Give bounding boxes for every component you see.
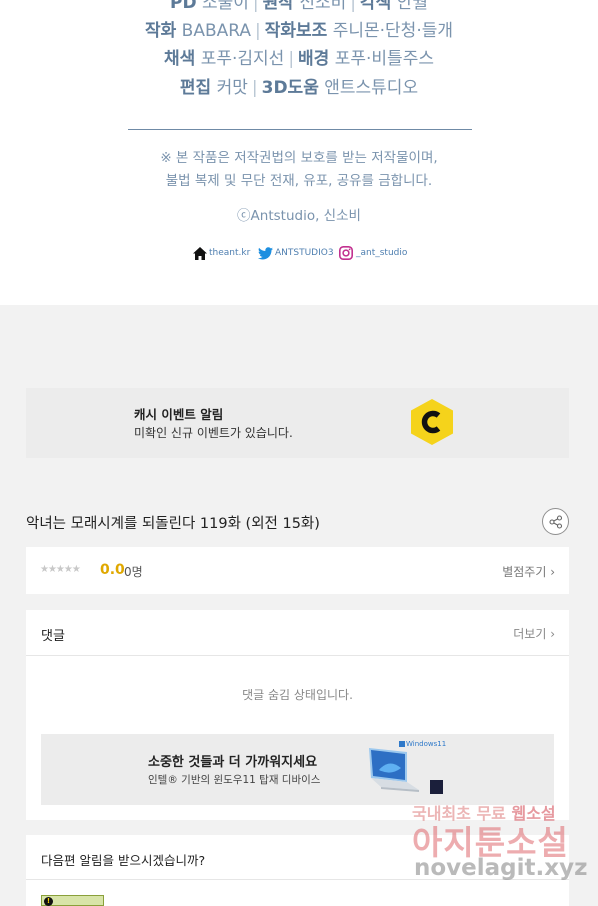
share-icon xyxy=(548,514,562,529)
rating-card: ★★★★★ 0.0 0명 별점주기 › xyxy=(26,547,569,594)
comment-more-link[interactable]: 더보기 › xyxy=(513,625,555,642)
next-episode-thumbnail[interactable]: ! xyxy=(41,895,104,906)
ad-title: 소중한 것들과 더 가까워지세요 xyxy=(148,755,318,770)
instagram-icon xyxy=(339,246,353,260)
rating-score: 0.0 xyxy=(100,562,125,578)
social-twitter-link[interactable]: ANTSTUDIO3 xyxy=(258,244,334,262)
cash-coin-icon xyxy=(411,399,453,445)
comment-card: 댓글 더보기 › 댓글 숨김 상태입니다. 소중한 것들과 더 가까워지세요 인… xyxy=(26,610,569,820)
credits-divider xyxy=(128,129,472,130)
credit-line-edit: 편집 커맛 | 3D도움 앤트스튜디오 xyxy=(179,78,419,98)
comment-hidden-message: 댓글 숨김 상태입니다. xyxy=(242,688,353,702)
social-home-link[interactable]: theant.kr xyxy=(193,244,250,262)
rating-count: 0명 xyxy=(124,565,143,579)
comment-header: 댓글 더보기 › xyxy=(26,610,569,656)
credit-line-art: 작화 BABARA | 작화보조 주니몬·단청·들개 xyxy=(144,21,454,41)
alert-icon: ! xyxy=(44,897,53,906)
episode-title: 악녀는 모래시계를 되돌린다 119화 (외전 15화) xyxy=(26,516,320,532)
comment-title: 댓글 xyxy=(41,629,65,644)
twitter-icon xyxy=(258,246,273,259)
share-button[interactable] xyxy=(542,508,569,535)
social-instagram-label: _ant_studio xyxy=(356,248,408,258)
laptop-image xyxy=(369,748,419,792)
rating-stars: ★★★★★ xyxy=(40,564,81,575)
cash-event-banner[interactable]: 캐시 이벤트 알림 미확인 신규 이벤트가 있습니다. xyxy=(26,388,569,458)
credit-line-color: 채색 포푸·김지선 | 배경 포푸·비틀주스 xyxy=(164,49,434,69)
social-home-label: theant.kr xyxy=(209,248,251,258)
cash-event-title: 캐시 이벤트 알림 xyxy=(134,407,224,422)
copyright-notice-line2: 불법 복제 및 무단 전재, 유포, 공유를 금합니다. xyxy=(165,173,433,189)
give-rating-link[interactable]: 별점주기 › xyxy=(502,563,555,580)
copyright-notice-line1: ※ 본 작품은 저작권법의 보호를 받는 저작물이며, xyxy=(160,150,438,166)
ad-description: 인텔® 기반의 윈도우11 탑재 디바이스 xyxy=(148,774,321,786)
social-twitter-label: ANTSTUDIO3 xyxy=(275,248,334,258)
social-instagram-link[interactable]: _ant_studio xyxy=(339,244,407,262)
watermark-url: novelagit.xyz xyxy=(414,855,588,881)
credits-section: PD 소울이 | 원작 신소비 | 각색 안월 작화 BABARA | 작화보조 주니몬·단… xyxy=(0,0,598,305)
intel-badge xyxy=(430,780,443,794)
ad-banner[interactable]: 소중한 것들과 더 가까워지세요 인텔® 기반의 윈도우11 탑재 디바이스 W… xyxy=(41,734,554,805)
cash-event-description: 미확인 신규 이벤트가 있습니다. xyxy=(134,426,293,440)
home-icon xyxy=(193,246,207,260)
next-alarm-title: 다음편 알림을 받으시겠습니까? xyxy=(41,853,206,868)
credit-line-pd: PD 소울이 | 원작 신소비 | 각색 안월 xyxy=(170,0,428,13)
copyright-text: ⓒAntstudio, 신소비 xyxy=(237,208,361,224)
